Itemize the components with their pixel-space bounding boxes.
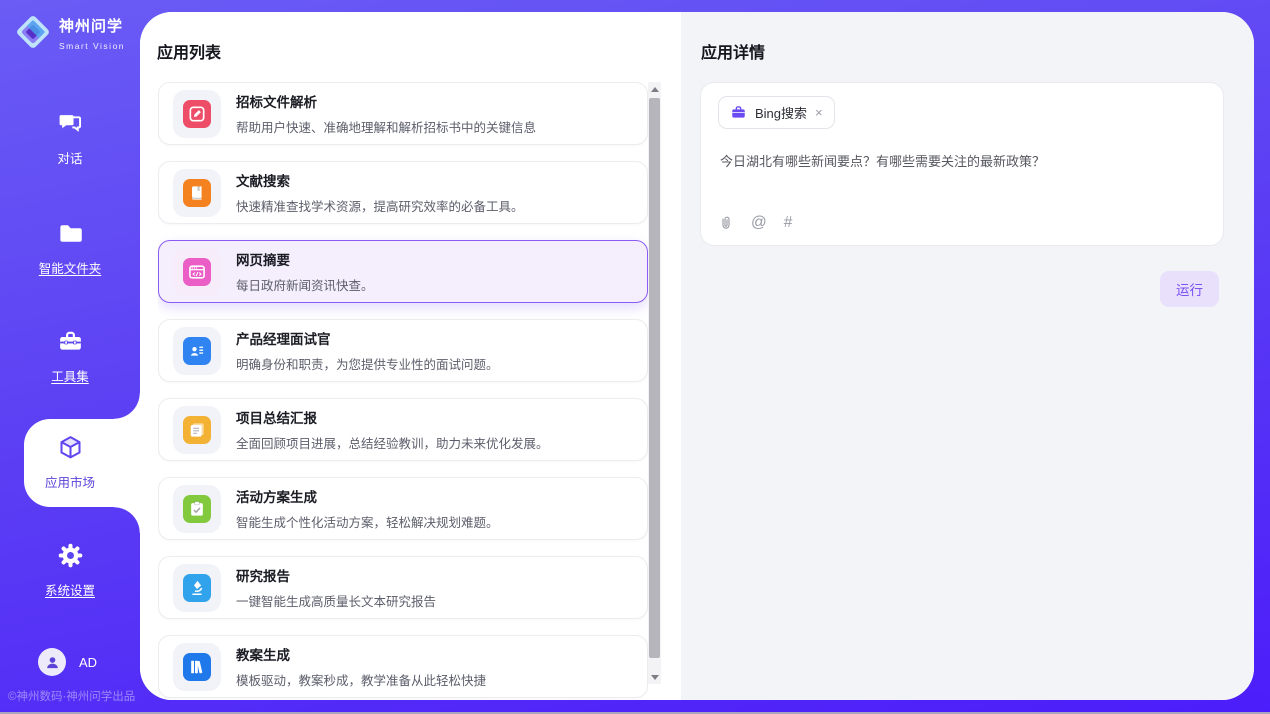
user-initials: AD: [79, 655, 97, 670]
scrollbar-thumb[interactable]: [649, 98, 660, 658]
notes-icon: [183, 416, 211, 444]
main-content: 应用列表 招标文件解析 帮助用户快速、准确地理解和解析招标书中的关键信息: [140, 12, 1254, 700]
folder-icon: [57, 220, 84, 247]
sidebar: 神州问学 Smart Vision 对话 智能文件夹: [0, 0, 140, 714]
app-list-title: 应用列表: [157, 39, 221, 63]
app-list-panel: 应用列表 招标文件解析 帮助用户快速、准确地理解和解析招标书中的关键信息: [140, 12, 681, 700]
app-card-desc: 每日政府新闻资讯快查。: [236, 275, 374, 294]
brand-name: 神州问学: [59, 18, 123, 35]
sidebar-item-app-market[interactable]: 应用市场: [0, 434, 140, 491]
app-detail-panel: 应用详情 Bing搜索 × 今日湖北有哪些新闻要点？有哪些需要关注的最新政策？: [681, 12, 1254, 700]
app-card-title: 文献搜索: [236, 170, 524, 190]
gear-icon: [57, 542, 84, 569]
app-card-desc: 帮助用户快速、准确地理解和解析招标书中的关键信息: [236, 117, 536, 136]
app-card-title: 教案生成: [236, 644, 486, 664]
list-scrollbar[interactable]: [648, 82, 661, 684]
books-icon: [183, 653, 211, 681]
prompt-composer: Bing搜索 × 今日湖北有哪些新闻要点？有哪些需要关注的最新政策？ @ #: [700, 82, 1224, 246]
app-card-research-report[interactable]: 研究报告 一键智能生成高质量长文本研究报告: [158, 556, 648, 619]
user-account[interactable]: AD: [38, 648, 97, 676]
sidebar-item-label: 智能文件夹: [0, 258, 140, 277]
app-card-title: 项目总结汇报: [236, 407, 549, 427]
app-card-desc: 一键智能生成高质量长文本研究报告: [236, 591, 436, 610]
sidebar-item-toolset[interactable]: 工具集: [0, 328, 140, 385]
prompt-text-input[interactable]: 今日湖北有哪些新闻要点？有哪些需要关注的最新政策？: [720, 151, 1207, 170]
sidebar-item-smart-folder[interactable]: 智能文件夹: [0, 220, 140, 277]
avatar: [38, 648, 66, 676]
app-card-title: 活动方案生成: [236, 486, 499, 506]
app-card-list: 招标文件解析 帮助用户快速、准确地理解和解析招标书中的关键信息 文献搜索: [158, 82, 648, 700]
sidebar-item-chat[interactable]: 对话: [0, 110, 140, 167]
sidebar-item-settings[interactable]: 系统设置: [0, 542, 140, 599]
app-card-project-summary-report[interactable]: 项目总结汇报 全面回顾项目进展，总结经验教训，助力未来优化发展。: [158, 398, 648, 461]
app-card-desc: 全面回顾项目进展，总结经验教训，助力未来优化发展。: [236, 433, 549, 452]
app-card-pm-interviewer[interactable]: 产品经理面试官 明确身份和职责，为您提供专业性的面试问题。: [158, 319, 648, 382]
app-icon-frame: [173, 485, 221, 533]
close-icon[interactable]: ×: [815, 106, 823, 119]
app-card-title: 产品经理面试官: [236, 328, 499, 348]
at-icon[interactable]: @: [751, 214, 767, 232]
brand-subtitle: Smart Vision: [59, 41, 125, 51]
app-card-literature-search[interactable]: 文献搜索 快速精准查找学术资源，提高研究效率的必备工具。: [158, 161, 648, 224]
app-card-event-plan-generation[interactable]: 活动方案生成 智能生成个性化活动方案，轻松解决规划难题。: [158, 477, 648, 540]
gem-logo-icon: [14, 13, 52, 56]
app-icon-frame: [173, 169, 221, 217]
copyright-footer: ©神州数码·神州问学出品: [8, 688, 135, 704]
chat-icon: [57, 110, 84, 137]
sidebar-item-label: 系统设置: [0, 580, 140, 599]
app-card-title: 研究报告: [236, 565, 436, 585]
tool-tag-bing-search[interactable]: Bing搜索 ×: [718, 96, 835, 129]
webpage-code-icon: [183, 258, 211, 286]
briefcase-icon: [730, 104, 747, 121]
run-button[interactable]: 运行: [1160, 271, 1219, 307]
tool-tag-label: Bing搜索: [755, 103, 807, 122]
app-icon-frame: [173, 90, 221, 138]
app-card-web-summary[interactable]: 网页摘要 每日政府新闻资讯快查。: [158, 240, 648, 303]
scroll-down-icon[interactable]: [648, 670, 661, 684]
hash-icon[interactable]: #: [784, 214, 793, 232]
toolbox-icon: [57, 328, 84, 355]
app-card-desc: 智能生成个性化活动方案，轻松解决规划难题。: [236, 512, 499, 531]
app-card-desc: 模板驱动，教案秒成，教学准备从此轻松快捷: [236, 670, 486, 689]
app-detail-title: 应用详情: [701, 39, 765, 63]
microscope-icon: [183, 574, 211, 602]
edit-document-icon: [183, 100, 211, 128]
sidebar-item-label: 对话: [0, 148, 140, 167]
interviewer-icon: [183, 337, 211, 365]
book-icon: [183, 179, 211, 207]
app-icon-frame: [173, 248, 221, 296]
paperclip-icon[interactable]: [718, 215, 734, 232]
app-icon-frame: [173, 327, 221, 375]
app-icon-frame: [173, 564, 221, 612]
app-card-lesson-plan-generation[interactable]: 教案生成 模板驱动，教案秒成，教学准备从此轻松快捷: [158, 635, 648, 698]
app-card-desc: 明确身份和职责，为您提供专业性的面试问题。: [236, 354, 499, 373]
app-icon-frame: [173, 643, 221, 691]
composer-toolbar: @ #: [718, 214, 792, 232]
app-icon-frame: [173, 406, 221, 454]
clipboard-check-icon: [183, 495, 211, 523]
app-card-title: 招标文件解析: [236, 91, 536, 111]
app-card-bid-document-analysis[interactable]: 招标文件解析 帮助用户快速、准确地理解和解析招标书中的关键信息: [158, 82, 648, 145]
sidebar-item-label: 工具集: [0, 366, 140, 385]
sidebar-item-label: 应用市场: [0, 472, 140, 491]
brand-logo: 神州问学 Smart Vision: [14, 13, 140, 56]
app-card-title: 网页摘要: [236, 249, 374, 269]
scroll-up-icon[interactable]: [648, 82, 661, 96]
app-card-desc: 快速精准查找学术资源，提高研究效率的必备工具。: [236, 196, 524, 215]
cube-icon: [57, 434, 84, 461]
